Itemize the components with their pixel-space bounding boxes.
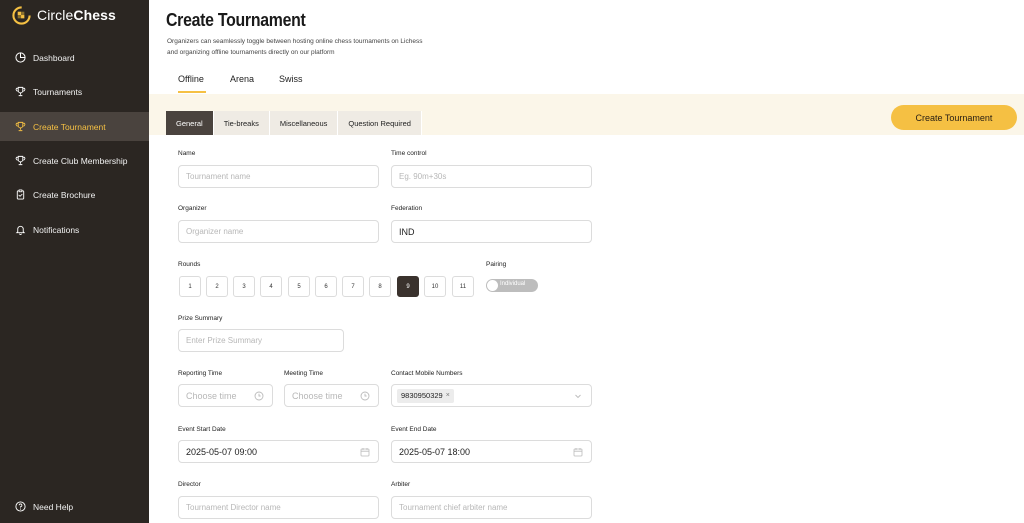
page-title: Create Tournament	[166, 10, 306, 30]
clock-icon	[360, 391, 370, 401]
director-label: Director	[178, 481, 201, 488]
sidebar-item-label: Create Brochure	[33, 189, 96, 200]
meeting-time-label: Meeting Time	[284, 370, 324, 377]
tab-tie-breaks[interactable]: Tie-breaks	[213, 111, 270, 135]
time-control-label: Time control	[391, 150, 427, 157]
sidebar-item-label: Create Club Membership	[33, 155, 128, 166]
time-control-field[interactable]: Eg. 90m+30s	[391, 165, 592, 188]
create-tournament-button[interactable]: Create Tournament	[891, 105, 1017, 130]
tab-miscellaneous[interactable]: Miscellaneous	[269, 111, 339, 135]
calendar-icon	[360, 448, 370, 457]
federation-field[interactable]: IND	[391, 220, 592, 243]
federation-label: Federation	[391, 205, 423, 212]
event-start-value: 2025-05-07 09:00	[186, 446, 258, 457]
meeting-time-placeholder: Choose time	[292, 390, 343, 401]
sub-tabs: General Tie-breaks Miscellaneous Questio…	[166, 111, 422, 135]
sidebar-item-label: Tournaments	[33, 86, 83, 97]
dashboard-icon	[15, 52, 26, 63]
round-option-2[interactable]: 2	[206, 276, 228, 297]
need-help-label: Need Help	[33, 501, 74, 512]
tab-arena[interactable]: Arena	[230, 74, 254, 84]
event-end-label: Event End Date	[391, 426, 437, 433]
page-subtitle: Organizers can seamlessly toggle between…	[167, 38, 423, 56]
sidebar-item-label: Create Tournament	[33, 121, 106, 132]
round-option-5[interactable]: 5	[288, 276, 310, 297]
round-option-3[interactable]: 3	[233, 276, 255, 297]
round-option-11[interactable]: 11	[452, 276, 474, 297]
tab-offline[interactable]: Offline	[178, 74, 204, 84]
contact-tag: 9830950329 ×	[397, 388, 454, 403]
organizer-field[interactable]: Organizer name	[178, 220, 379, 243]
sidebar-item-dashboard[interactable]: Dashboard	[0, 43, 149, 72]
director-field[interactable]: Tournament Director name	[178, 496, 379, 519]
clock-icon	[254, 391, 264, 401]
pairing-value: Individual	[500, 281, 526, 287]
meeting-time-field[interactable]: Choose time	[284, 384, 379, 407]
round-option-1[interactable]: 1	[179, 276, 201, 297]
round-option-7[interactable]: 7	[342, 276, 364, 297]
chevron-down-icon	[575, 394, 581, 399]
name-field[interactable]: Tournament name	[178, 165, 379, 188]
sidebar-item-create-club-membership[interactable]: Create Club Membership	[0, 146, 149, 175]
sidebar: CircleChess Dashboard Tournaments Create…	[0, 0, 149, 523]
reporting-time-label: Reporting Time	[178, 370, 223, 377]
reporting-time-placeholder: Choose time	[186, 390, 237, 401]
name-label: Name	[178, 150, 196, 157]
tab-question-required[interactable]: Question Required	[338, 111, 422, 135]
tab-swiss[interactable]: Swiss	[279, 74, 303, 84]
sidebar-item-create-brochure[interactable]: Create Brochure	[0, 180, 149, 209]
brand-name: CircleChess	[37, 7, 116, 23]
bell-icon	[15, 224, 26, 235]
sidebar-item-notifications[interactable]: Notifications	[0, 215, 149, 244]
round-option-6[interactable]: 6	[315, 276, 337, 297]
help-icon	[15, 501, 26, 512]
rounds-label: Rounds	[178, 261, 201, 268]
round-option-9[interactable]: 9	[397, 276, 419, 297]
prize-summary-label: Prize Summary	[178, 315, 223, 322]
tab-general[interactable]: General	[166, 111, 214, 135]
sidebar-item-tournaments[interactable]: Tournaments	[0, 77, 149, 106]
calendar-icon	[573, 448, 583, 457]
pairing-toggle[interactable]: Individual	[486, 279, 538, 292]
circlechess-logo-icon	[12, 5, 31, 25]
toggle-knob	[487, 280, 498, 291]
sidebar-item-label: Notifications	[33, 224, 80, 235]
reporting-time-field[interactable]: Choose time	[178, 384, 273, 407]
event-end-field[interactable]: 2025-05-07 18:00	[391, 440, 592, 463]
pairing-label: Pairing	[486, 261, 507, 268]
event-start-field[interactable]: 2025-05-07 09:00	[178, 440, 379, 463]
event-start-label: Event Start Date	[178, 426, 226, 433]
organizer-label: Organizer	[178, 205, 207, 212]
round-option-8[interactable]: 8	[369, 276, 391, 297]
remove-tag-icon[interactable]: ×	[446, 392, 450, 399]
contact-label: Contact Mobile Numbers	[391, 370, 463, 377]
arbiter-field[interactable]: Tournament chief arbiter name	[391, 496, 592, 519]
trophy-icon	[15, 86, 26, 97]
arbiter-label: Arbiter	[391, 481, 411, 488]
active-tab-indicator	[178, 91, 206, 93]
need-help-link[interactable]: Need Help	[0, 492, 149, 521]
brand[interactable]: CircleChess	[12, 5, 116, 25]
contact-select[interactable]: 9830950329 ×	[391, 384, 592, 407]
round-option-4[interactable]: 4	[260, 276, 282, 297]
sidebar-item-create-tournament[interactable]: Create Tournament	[0, 112, 149, 141]
trophy-icon	[15, 155, 26, 166]
contact-tag-value: 9830950329	[401, 391, 443, 400]
trophy-icon	[15, 121, 26, 132]
sidebar-item-label: Dashboard	[33, 52, 75, 63]
event-end-value: 2025-05-07 18:00	[399, 446, 471, 457]
prize-summary-field[interactable]: Enter Prize Summary	[178, 329, 344, 352]
round-option-10[interactable]: 10	[424, 276, 446, 297]
clipboard-icon	[15, 189, 26, 200]
